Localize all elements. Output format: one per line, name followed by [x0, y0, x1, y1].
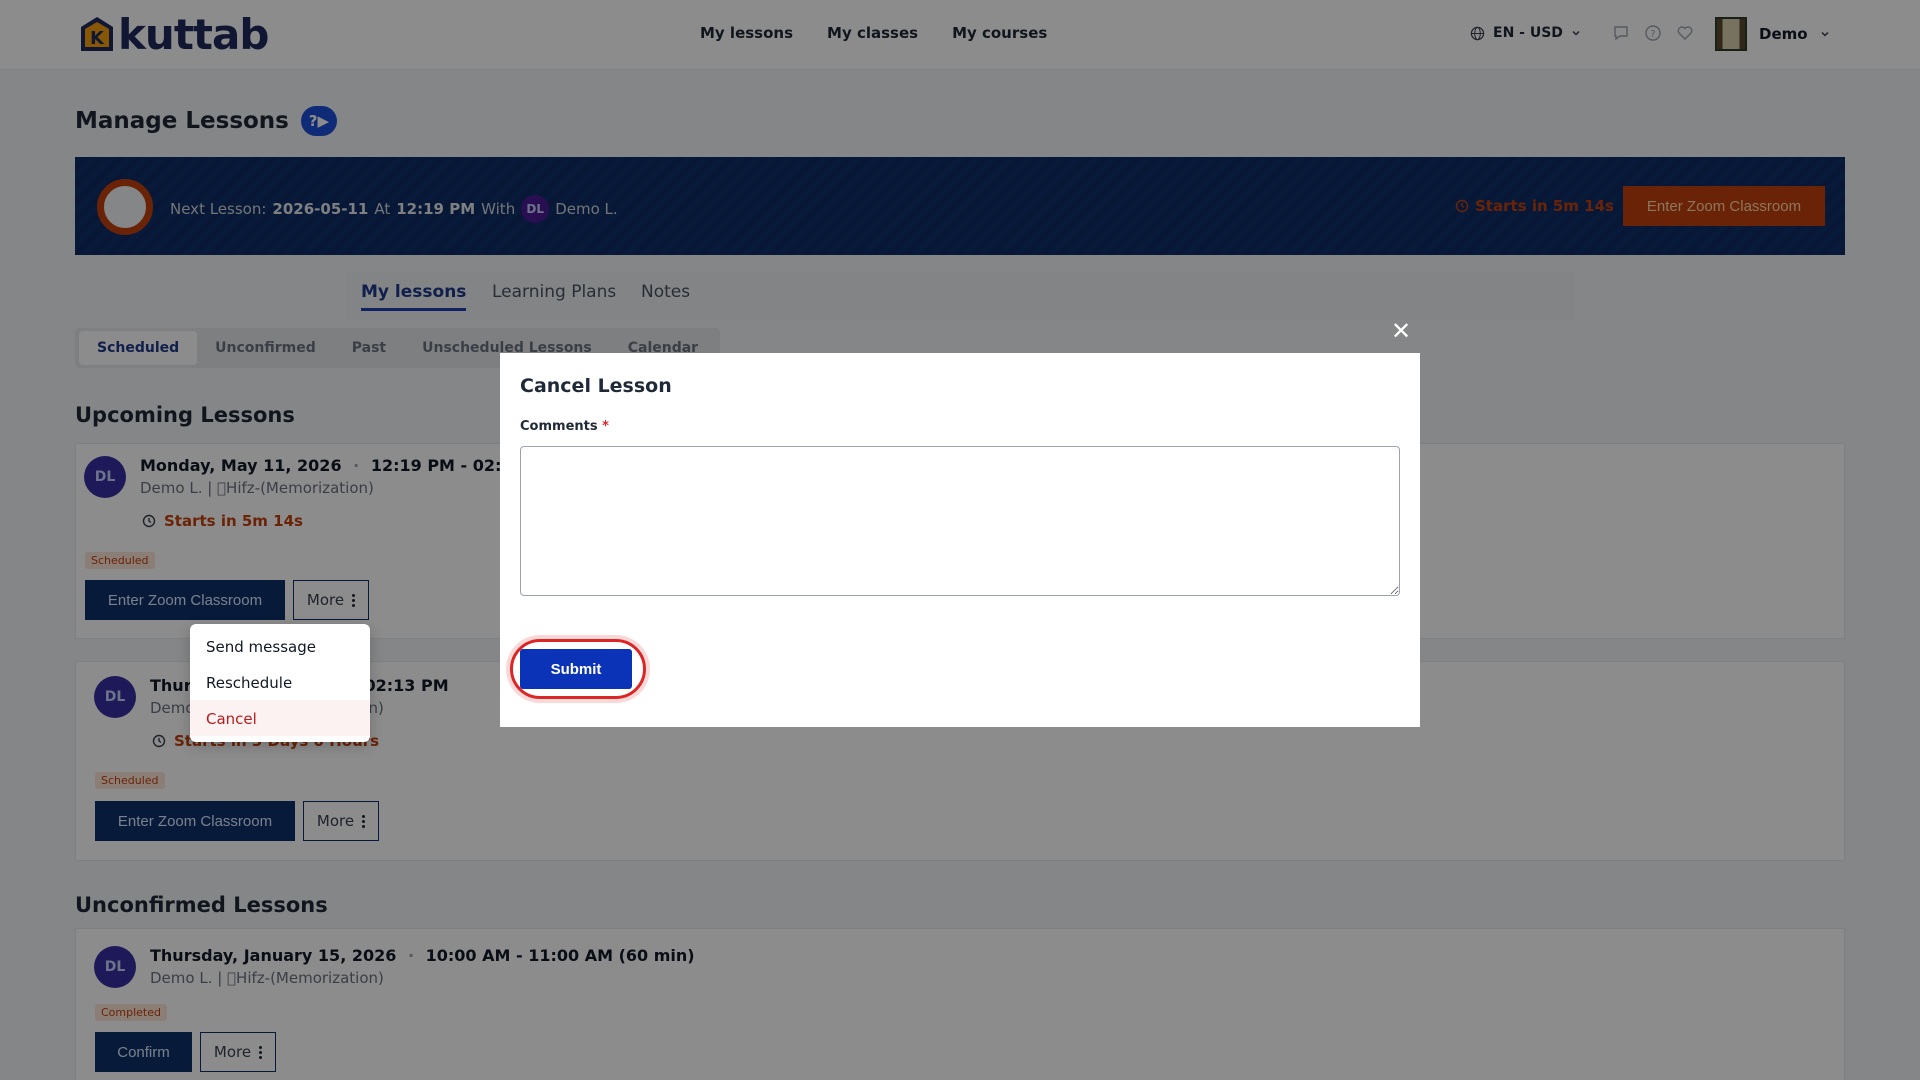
menu-item-cancel[interactable]: Cancel — [190, 700, 370, 736]
submit-button[interactable]: Submit — [520, 649, 632, 689]
more-actions-menu: Send message Reschedule Cancel — [190, 624, 370, 742]
cancel-lesson-modal: Cancel Lesson Comments * Submit — [500, 353, 1420, 727]
close-icon[interactable]: ✕ — [1390, 319, 1412, 343]
comments-textarea[interactable] — [520, 446, 1400, 596]
comments-label-text: Comments — [520, 419, 598, 434]
menu-item-send-message[interactable]: Send message — [190, 628, 370, 664]
comments-label: Comments * — [520, 419, 609, 434]
modal-title: Cancel Lesson — [520, 375, 672, 397]
menu-item-reschedule[interactable]: Reschedule — [190, 664, 370, 700]
required-marker: * — [602, 419, 609, 434]
